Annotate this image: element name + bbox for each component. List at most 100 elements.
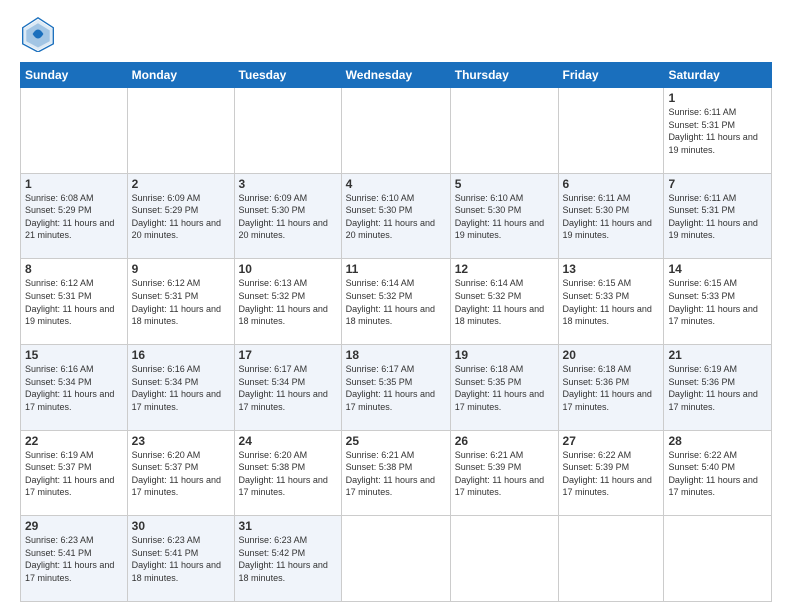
sunrise-label: Sunrise: 6:17 AM [239,364,308,374]
calendar: SundayMondayTuesdayWednesdayThursdayFrid… [20,62,772,602]
daylight-label: Daylight: 11 hours and 20 minutes. [239,218,328,241]
day-info: Sunrise: 6:22 AM Sunset: 5:40 PM Dayligh… [668,449,767,499]
sunrise-label: Sunrise: 6:14 AM [455,278,524,288]
calendar-cell: 1 Sunrise: 6:11 AM Sunset: 5:31 PM Dayli… [664,88,772,174]
calendar-cell: 23 Sunrise: 6:20 AM Sunset: 5:37 PM Dayl… [127,430,234,516]
day-number: 13 [563,262,660,276]
daylight-label: Daylight: 11 hours and 17 minutes. [455,475,544,498]
day-info: Sunrise: 6:18 AM Sunset: 5:36 PM Dayligh… [563,363,660,413]
daylight-label: Daylight: 11 hours and 17 minutes. [25,560,114,583]
sunset-label: Sunset: 5:30 PM [455,205,522,215]
calendar-cell: 12 Sunrise: 6:14 AM Sunset: 5:32 PM Dayl… [450,259,558,345]
day-info: Sunrise: 6:23 AM Sunset: 5:41 PM Dayligh… [132,534,230,584]
daylight-label: Daylight: 11 hours and 19 minutes. [668,218,757,241]
sunset-label: Sunset: 5:30 PM [239,205,306,215]
day-number: 14 [668,262,767,276]
sunrise-label: Sunrise: 6:20 AM [132,450,201,460]
calendar-week-2: 1 Sunrise: 6:08 AM Sunset: 5:29 PM Dayli… [21,173,772,259]
day-number: 28 [668,434,767,448]
day-info: Sunrise: 6:14 AM Sunset: 5:32 PM Dayligh… [455,277,554,327]
day-number: 1 [25,177,123,191]
day-number: 7 [668,177,767,191]
calendar-cell: 15 Sunrise: 6:16 AM Sunset: 5:34 PM Dayl… [21,344,128,430]
day-info: Sunrise: 6:12 AM Sunset: 5:31 PM Dayligh… [25,277,123,327]
day-info: Sunrise: 6:16 AM Sunset: 5:34 PM Dayligh… [25,363,123,413]
sunrise-label: Sunrise: 6:18 AM [563,364,632,374]
calendar-cell: 5 Sunrise: 6:10 AM Sunset: 5:30 PM Dayli… [450,173,558,259]
calendar-cell [21,88,128,174]
sunset-label: Sunset: 5:40 PM [668,462,735,472]
calendar-cell: 20 Sunrise: 6:18 AM Sunset: 5:36 PM Dayl… [558,344,664,430]
daylight-label: Daylight: 11 hours and 17 minutes. [25,475,114,498]
day-number: 18 [346,348,446,362]
calendar-week-5: 22 Sunrise: 6:19 AM Sunset: 5:37 PM Dayl… [21,430,772,516]
calendar-cell: 7 Sunrise: 6:11 AM Sunset: 5:31 PM Dayli… [664,173,772,259]
day-info: Sunrise: 6:19 AM Sunset: 5:37 PM Dayligh… [25,449,123,499]
calendar-week-1: 1 Sunrise: 6:11 AM Sunset: 5:31 PM Dayli… [21,88,772,174]
day-number: 15 [25,348,123,362]
daylight-label: Daylight: 11 hours and 17 minutes. [346,389,435,412]
sunrise-label: Sunrise: 6:15 AM [563,278,632,288]
sunset-label: Sunset: 5:29 PM [132,205,199,215]
sunrise-label: Sunrise: 6:12 AM [25,278,94,288]
day-number: 17 [239,348,337,362]
sunrise-label: Sunrise: 6:11 AM [563,193,631,203]
sunset-label: Sunset: 5:34 PM [132,377,199,387]
sunset-label: Sunset: 5:41 PM [25,548,92,558]
day-number: 22 [25,434,123,448]
logo [20,16,60,52]
calendar-cell: 6 Sunrise: 6:11 AM Sunset: 5:30 PM Dayli… [558,173,664,259]
daylight-label: Daylight: 11 hours and 17 minutes. [563,389,652,412]
sunset-label: Sunset: 5:30 PM [346,205,413,215]
day-info: Sunrise: 6:13 AM Sunset: 5:32 PM Dayligh… [239,277,337,327]
day-number: 23 [132,434,230,448]
sunrise-label: Sunrise: 6:11 AM [668,107,736,117]
sunrise-label: Sunrise: 6:09 AM [132,193,201,203]
calendar-cell [127,88,234,174]
sunrise-label: Sunrise: 6:20 AM [239,450,308,460]
daylight-label: Daylight: 11 hours and 17 minutes. [346,475,435,498]
day-info: Sunrise: 6:15 AM Sunset: 5:33 PM Dayligh… [563,277,660,327]
calendar-cell [558,88,664,174]
day-info: Sunrise: 6:23 AM Sunset: 5:42 PM Dayligh… [239,534,337,584]
day-info: Sunrise: 6:15 AM Sunset: 5:33 PM Dayligh… [668,277,767,327]
sunrise-label: Sunrise: 6:10 AM [455,193,524,203]
day-number: 30 [132,519,230,533]
calendar-header-saturday: Saturday [664,63,772,88]
calendar-cell: 9 Sunrise: 6:12 AM Sunset: 5:31 PM Dayli… [127,259,234,345]
header [20,16,772,52]
calendar-cell: 16 Sunrise: 6:16 AM Sunset: 5:34 PM Dayl… [127,344,234,430]
day-info: Sunrise: 6:20 AM Sunset: 5:37 PM Dayligh… [132,449,230,499]
sunrise-label: Sunrise: 6:23 AM [132,535,201,545]
calendar-cell [450,88,558,174]
sunset-label: Sunset: 5:36 PM [668,377,735,387]
day-info: Sunrise: 6:20 AM Sunset: 5:38 PM Dayligh… [239,449,337,499]
calendar-cell: 27 Sunrise: 6:22 AM Sunset: 5:39 PM Dayl… [558,430,664,516]
sunset-label: Sunset: 5:30 PM [563,205,630,215]
day-info: Sunrise: 6:17 AM Sunset: 5:35 PM Dayligh… [346,363,446,413]
calendar-week-3: 8 Sunrise: 6:12 AM Sunset: 5:31 PM Dayli… [21,259,772,345]
calendar-cell: 14 Sunrise: 6:15 AM Sunset: 5:33 PM Dayl… [664,259,772,345]
day-info: Sunrise: 6:19 AM Sunset: 5:36 PM Dayligh… [668,363,767,413]
sunrise-label: Sunrise: 6:08 AM [25,193,94,203]
day-info: Sunrise: 6:23 AM Sunset: 5:41 PM Dayligh… [25,534,123,584]
logo-icon [20,16,56,52]
day-info: Sunrise: 6:11 AM Sunset: 5:30 PM Dayligh… [563,192,660,242]
sunset-label: Sunset: 5:42 PM [239,548,306,558]
sunset-label: Sunset: 5:31 PM [25,291,92,301]
day-number: 6 [563,177,660,191]
daylight-label: Daylight: 11 hours and 17 minutes. [25,389,114,412]
day-number: 26 [455,434,554,448]
calendar-cell [558,516,664,602]
sunset-label: Sunset: 5:32 PM [239,291,306,301]
day-info: Sunrise: 6:10 AM Sunset: 5:30 PM Dayligh… [346,192,446,242]
sunrise-label: Sunrise: 6:23 AM [239,535,308,545]
calendar-cell: 24 Sunrise: 6:20 AM Sunset: 5:38 PM Dayl… [234,430,341,516]
sunset-label: Sunset: 5:41 PM [132,548,199,558]
sunset-label: Sunset: 5:35 PM [346,377,413,387]
sunset-label: Sunset: 5:31 PM [668,205,735,215]
day-info: Sunrise: 6:12 AM Sunset: 5:31 PM Dayligh… [132,277,230,327]
sunrise-label: Sunrise: 6:19 AM [668,364,737,374]
sunrise-label: Sunrise: 6:16 AM [132,364,201,374]
calendar-cell: 4 Sunrise: 6:10 AM Sunset: 5:30 PM Dayli… [341,173,450,259]
